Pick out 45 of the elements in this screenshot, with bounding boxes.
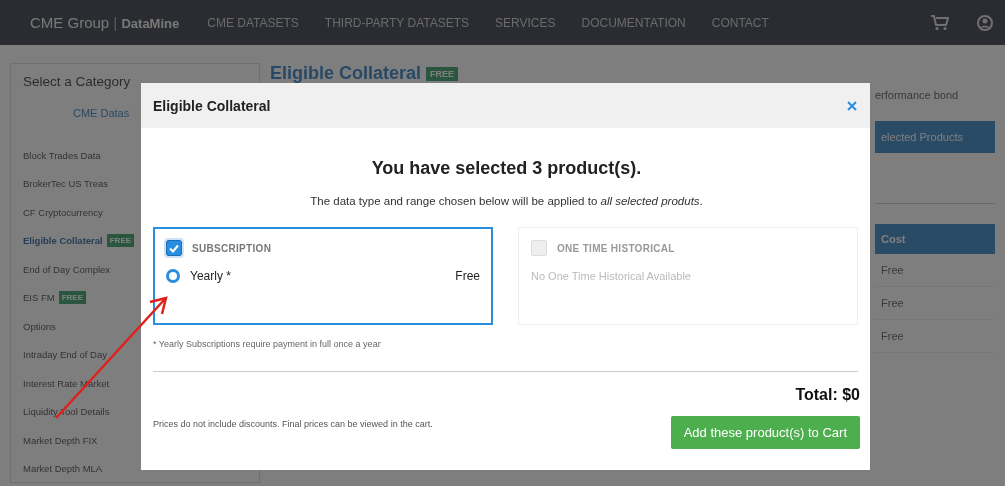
description-text: erformance bond [875,89,960,101]
category-item[interactable]: Block Trades Data [23,149,101,161]
option-label: ONE TIME HISTORICAL [557,242,675,254]
logo[interactable]: CME Group | DataMine [30,14,180,31]
footnote: * Yearly Subscriptions require payment in full once a year [153,339,382,349]
close-icon[interactable] [847,100,857,111]
selected-products-button[interactable]: elected Products [875,121,995,153]
disclaimer-text: Prices do not include discounts. Final prices can be viewed in the cart. [153,419,433,429]
cost-header: Cost [875,224,995,254]
cost-cell: Free [875,320,995,353]
option-label: SUBSCRIPTION [192,242,272,254]
category-item[interactable]: Intraday End of Day [23,349,107,361]
empty-message: No One Time Historical Available [531,270,692,282]
checkbox[interactable] [166,240,182,256]
option-card[interactable]: SUBSCRIPTION Yearly * Free [153,227,493,325]
category-item[interactable]: Market Depth MLA [23,463,103,475]
nav-link[interactable]: THIRD-PARTY DATASETS [324,15,470,30]
category-item[interactable]: Market Depth FIX [23,434,98,446]
add-to-cart-button[interactable]: Add these product(s) to Cart [670,416,860,449]
total-price: Total: $0 [795,386,860,404]
radio-button[interactable] [166,269,180,283]
sidebar-title: Select a Category [23,74,132,89]
category-item[interactable]: Options [23,320,56,332]
free-badge: FREE [426,67,459,82]
category-item[interactable]: BrokerTec US Treas [23,178,108,190]
free-badge: FREE [58,291,86,305]
cart-icon[interactable] [931,14,949,31]
modal-title: Eligible Collateral [153,97,271,114]
category-item[interactable]: EIS FM [23,292,55,304]
nav-link[interactable]: CONTACT [711,15,769,30]
modal-subtext: The data type and range chosen below will be applied to all selected produts. [309,195,704,207]
nav-link[interactable]: SERVICES [495,15,556,30]
plan-price: Free [455,269,480,283]
plan-label: Yearly * [190,269,231,283]
category-item[interactable]: End of Day Complex [23,263,111,275]
nav-link[interactable]: CME DATASETS [207,15,299,30]
cost-cell: Free [875,254,995,287]
nav-link[interactable]: DOCUMENTATION [581,15,686,30]
cost-cell: Free [875,287,995,320]
dataset-title: Eligible Collateral [270,63,422,83]
free-badge: FREE [106,234,135,248]
category-item[interactable]: CF Cryptocurrency [23,206,103,218]
user-icon[interactable] [977,14,993,31]
category-item[interactable]: Eligible Collateral [23,235,103,247]
modal-heading: You have selected 3 product(s). [370,158,643,179]
